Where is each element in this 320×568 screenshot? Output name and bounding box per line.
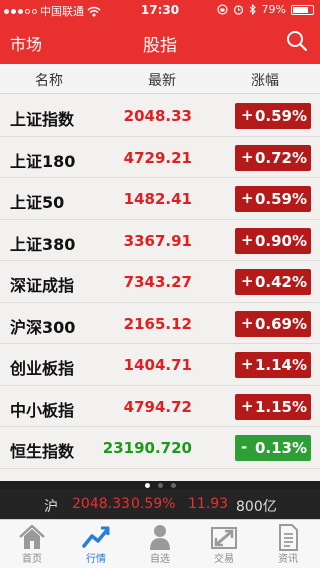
status-bar: 中国联通 17:30 79% bbox=[0, 0, 320, 20]
battery-level bbox=[293, 6, 308, 13]
tab-news[interactable]: 资讯 bbox=[256, 520, 320, 568]
change-sign: + bbox=[241, 396, 254, 415]
change-sign: + bbox=[241, 147, 254, 166]
change-percent: 0.72% bbox=[254, 148, 307, 167]
change-sign: + bbox=[241, 106, 254, 124]
index-name: 上证50 bbox=[10, 193, 65, 212]
change-sign: + bbox=[241, 355, 254, 373]
home-icon bbox=[19, 524, 45, 549]
change-badge: + 0.59% bbox=[235, 186, 311, 212]
chart-trend-icon bbox=[82, 526, 110, 548]
page-dot[interactable] bbox=[157, 482, 163, 488]
tab-watchlist[interactable]: 自选 bbox=[128, 520, 192, 568]
table-row[interactable]: 上证指数 2048.33 + 0.59% bbox=[0, 95, 320, 137]
table-row[interactable]: 上证380 3367.91 + 0.90% bbox=[0, 219, 320, 261]
tab-label: 资讯 bbox=[278, 554, 298, 565]
index-price: 4729.21 bbox=[123, 148, 192, 167]
table-row[interactable]: 恒生指数 23190.720 - 0.13% bbox=[0, 427, 320, 469]
column-latest[interactable]: 最新 bbox=[148, 70, 176, 90]
table-row[interactable]: 深证成指 7343.27 + 0.42% bbox=[0, 261, 320, 303]
index-price: 4794.72 bbox=[123, 397, 192, 416]
index-price: 1482.41 bbox=[123, 190, 192, 208]
change-sign: + bbox=[241, 272, 254, 290]
change-percent: 0.90% bbox=[254, 231, 307, 250]
tab-trade[interactable]: 交易 bbox=[192, 520, 256, 568]
change-badge: + 0.69% bbox=[235, 310, 311, 337]
ticker-market: 沪 bbox=[44, 499, 58, 515]
table-row[interactable]: 中小板指 4794.72 + 1.15% bbox=[0, 385, 320, 427]
status-right: 79% bbox=[216, 3, 314, 16]
change-badge: - 0.13% bbox=[235, 435, 311, 461]
search-icon[interactable] bbox=[286, 30, 308, 52]
index-name: 恒生指数 bbox=[10, 442, 75, 461]
table-row[interactable]: 沪深300 2165.12 + 0.69% bbox=[0, 302, 320, 344]
column-header: 名称 最新 涨幅 bbox=[0, 64, 320, 94]
change-badge: + 0.59% bbox=[235, 103, 311, 129]
tab-label: 首页 bbox=[22, 554, 42, 565]
change-badge: + 1.15% bbox=[235, 393, 311, 420]
tab-market[interactable]: 行情 bbox=[64, 520, 128, 568]
change-badge: + 1.14% bbox=[235, 352, 311, 378]
index-name: 上证指数 bbox=[10, 110, 75, 129]
exchange-arrows-icon bbox=[211, 527, 237, 549]
change-badge: + 0.72% bbox=[235, 144, 311, 171]
index-name: 沪深300 bbox=[10, 317, 76, 337]
change-percent: 0.13% bbox=[254, 439, 307, 457]
change-percent: 0.42% bbox=[254, 273, 307, 291]
ticker-volume: 800亿 bbox=[236, 499, 277, 515]
index-name: 上证380 bbox=[10, 234, 76, 254]
change-sign: + bbox=[241, 230, 254, 249]
tab-label: 自选 bbox=[150, 554, 170, 565]
alarm-icon bbox=[233, 5, 243, 15]
change-badge: + 0.90% bbox=[235, 227, 311, 254]
index-list: 上证指数 2048.33 + 0.59% 上证180 4729.21 + 0.7… bbox=[0, 95, 320, 469]
index-name: 中小板指 bbox=[10, 400, 75, 420]
change-percent: 0.59% bbox=[254, 107, 307, 125]
change-sign: - bbox=[241, 438, 248, 456]
index-price: 2165.12 bbox=[123, 314, 192, 333]
nav-bar: 市场 股指 bbox=[0, 20, 320, 64]
page-title: 股指 bbox=[143, 36, 177, 56]
index-name: 上证180 bbox=[10, 151, 76, 171]
app-screen: 中国联通 17:30 79% 市场 股指 名称 最新 涨幅 上证指数 2048.… bbox=[0, 0, 320, 568]
table-row[interactable]: 创业板指 1404.71 + 1.14% bbox=[0, 344, 320, 386]
market-ticker[interactable]: 沪 2048.33 0.59% 11.93 800亿 bbox=[0, 489, 320, 519]
ticker-percent: 0.59% bbox=[131, 496, 176, 512]
battery-icon bbox=[291, 4, 314, 15]
tab-bar: 首页 行情 自选 交易 资讯 bbox=[0, 519, 320, 568]
tab-label: 行情 bbox=[86, 554, 106, 565]
index-price: 2048.33 bbox=[123, 107, 192, 125]
change-percent: 1.14% bbox=[254, 356, 307, 374]
tab-home[interactable]: 首页 bbox=[0, 520, 64, 568]
index-price: 23190.720 bbox=[102, 439, 192, 457]
document-icon bbox=[279, 524, 298, 551]
change-percent: 0.69% bbox=[254, 314, 307, 333]
ticker-price: 2048.33 bbox=[72, 496, 130, 512]
change-sign: + bbox=[241, 189, 254, 207]
index-price: 1404.71 bbox=[123, 356, 192, 374]
index-name: 深证成指 bbox=[10, 276, 75, 295]
index-name: 创业板指 bbox=[10, 359, 75, 378]
table-row[interactable]: 上证50 1482.41 + 0.59% bbox=[0, 178, 320, 220]
tab-label: 交易 bbox=[214, 554, 234, 565]
column-name[interactable]: 名称 bbox=[35, 70, 63, 90]
bluetooth-icon bbox=[249, 4, 256, 15]
page-dot-active[interactable] bbox=[144, 482, 150, 488]
battery-percent: 79% bbox=[261, 3, 286, 16]
change-percent: 1.15% bbox=[254, 397, 307, 416]
change-sign: + bbox=[241, 313, 254, 332]
page-indicator bbox=[0, 481, 320, 489]
change-percent: 0.59% bbox=[254, 190, 307, 208]
person-icon bbox=[150, 525, 170, 550]
ticker-change: 11.93 bbox=[188, 496, 229, 512]
page-dot[interactable] bbox=[170, 482, 176, 488]
change-badge: + 0.42% bbox=[235, 269, 311, 295]
index-price: 3367.91 bbox=[123, 231, 192, 250]
rotation-lock-icon bbox=[216, 4, 228, 15]
table-row[interactable]: 上证180 4729.21 + 0.72% bbox=[0, 136, 320, 178]
index-price: 7343.27 bbox=[123, 273, 192, 291]
column-change[interactable]: 涨幅 bbox=[251, 70, 279, 90]
